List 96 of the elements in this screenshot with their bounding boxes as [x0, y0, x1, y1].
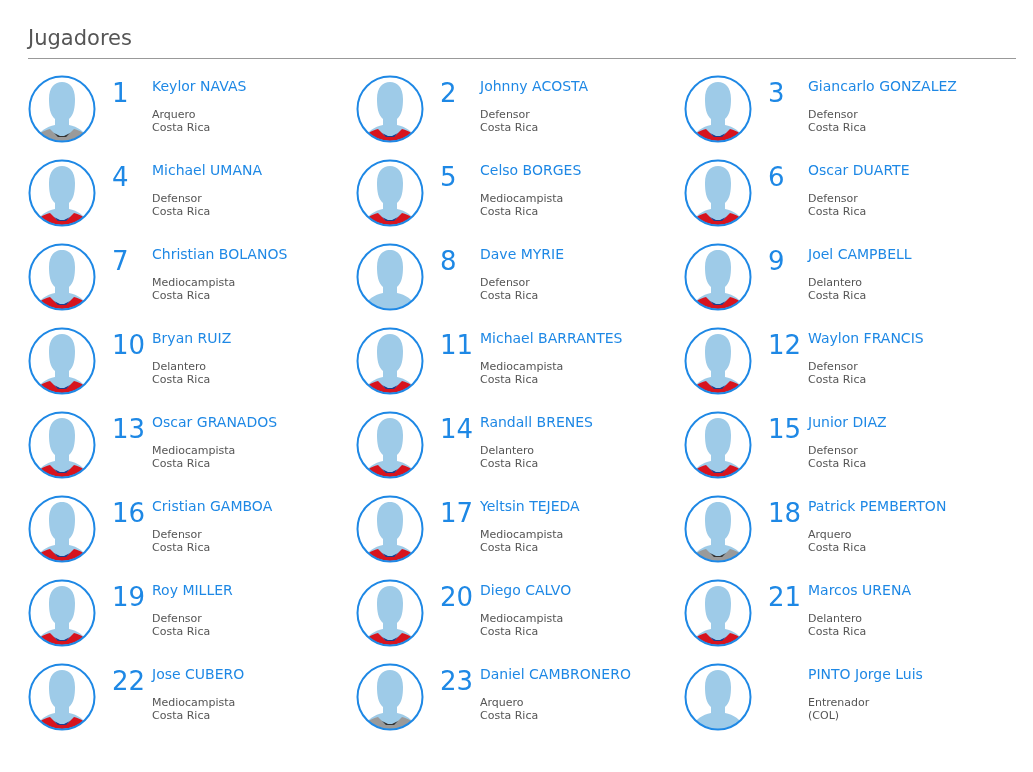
- country-label: Costa Rica: [480, 709, 539, 722]
- country-label: Costa Rica: [152, 205, 211, 218]
- country-label: Costa Rica: [480, 373, 539, 386]
- shirt-number: 4: [112, 161, 130, 194]
- player-name-link[interactable]: Patrick PEMBERTON: [808, 498, 947, 514]
- role-label: Defensor: [808, 192, 858, 205]
- player-name-link[interactable]: Jose CUBERO: [152, 666, 245, 682]
- role-label: Defensor: [808, 360, 858, 373]
- country-label: Costa Rica: [480, 205, 539, 218]
- shirt-number: 8: [440, 245, 458, 278]
- country-label: Costa Rica: [480, 541, 539, 554]
- player-name-link[interactable]: Dave MYRIE: [480, 246, 565, 262]
- country-label: Costa Rica: [480, 289, 539, 302]
- player-name-link[interactable]: Giancarlo GONZALEZ: [808, 78, 957, 94]
- player-name-link[interactable]: Waylon FRANCIS: [808, 330, 924, 346]
- role-label: Arquero: [808, 528, 852, 541]
- player-name-link[interactable]: Yeltsin TEJEDA: [480, 498, 580, 514]
- role-label: Arquero: [480, 696, 524, 709]
- role-label: Defensor: [480, 108, 530, 121]
- player-name-link[interactable]: Johnny ACOSTA: [480, 78, 589, 94]
- player-name-link[interactable]: Diego CALVO: [480, 582, 572, 598]
- player-name-link[interactable]: PINTO Jorge Luis: [808, 666, 923, 682]
- player-name-link[interactable]: Bryan RUIZ: [152, 330, 232, 346]
- country-label: (COL): [808, 709, 840, 722]
- shirt-number: 5: [440, 161, 458, 194]
- role-label: Mediocampista: [480, 360, 564, 373]
- country-label: Costa Rica: [808, 121, 867, 134]
- country-label: Costa Rica: [480, 625, 539, 638]
- role-label: Defensor: [152, 528, 202, 541]
- shirt-number: 18: [768, 497, 803, 530]
- player-name-link[interactable]: Cristian GAMBOA: [152, 498, 273, 514]
- country-label: Costa Rica: [808, 205, 867, 218]
- role-label: Defensor: [808, 444, 858, 457]
- shirt-number: 22: [112, 665, 147, 698]
- player-name-link[interactable]: Joel CAMPBELL: [808, 246, 912, 262]
- player-name-link[interactable]: Michael UMANA: [152, 162, 263, 178]
- country-label: Costa Rica: [152, 121, 211, 134]
- role-label: Mediocampista: [152, 444, 236, 457]
- role-label: Mediocampista: [152, 696, 236, 709]
- country-label: Costa Rica: [152, 709, 211, 722]
- country-label: Costa Rica: [152, 625, 211, 638]
- country-label: Costa Rica: [152, 457, 211, 470]
- shirt-number: 13: [112, 413, 147, 446]
- role-label: Defensor: [808, 108, 858, 121]
- role-label: Delantero: [808, 276, 863, 289]
- shirt-number: 20: [440, 581, 475, 614]
- role-label: Defensor: [152, 192, 202, 205]
- role-label: Mediocampista: [480, 528, 564, 541]
- role-label: Mediocampista: [480, 612, 564, 625]
- role-label: Mediocampista: [480, 192, 564, 205]
- shirt-number: 17: [440, 497, 475, 530]
- shirt-number: 23: [440, 665, 475, 698]
- player-name-link[interactable]: Michael BARRANTES: [480, 330, 623, 346]
- country-label: Costa Rica: [480, 457, 539, 470]
- player-name-link[interactable]: Junior DIAZ: [808, 414, 887, 430]
- shirt-number: 3: [768, 77, 786, 110]
- shirt-number: 6: [768, 161, 786, 194]
- shirt-number: 15: [768, 413, 803, 446]
- shirt-number: 12: [768, 329, 803, 362]
- role-label: Arquero: [152, 108, 196, 121]
- country-label: Costa Rica: [152, 373, 211, 386]
- player-name-link[interactable]: Christian BOLANOS: [152, 246, 288, 262]
- country-label: Costa Rica: [808, 541, 867, 554]
- role-label: Delantero: [808, 612, 863, 625]
- country-label: Costa Rica: [480, 121, 539, 134]
- shirt-number: 16: [112, 497, 147, 530]
- shirt-number: 9: [768, 245, 786, 278]
- role-label: Entrenador: [808, 696, 870, 709]
- country-label: Costa Rica: [808, 373, 867, 386]
- shirt-number: 7: [112, 245, 130, 278]
- shirt-number: 10: [112, 329, 147, 362]
- player-name-link[interactable]: Celso BORGES: [480, 162, 582, 178]
- shirt-number: 21: [768, 581, 803, 614]
- player-name-link[interactable]: Oscar DUARTE: [808, 162, 910, 178]
- player-name-link[interactable]: Keylor NAVAS: [152, 78, 247, 94]
- shirt-number: 19: [112, 581, 147, 614]
- player-name-link[interactable]: Randall BRENES: [480, 414, 593, 430]
- player-name-link[interactable]: Marcos URENA: [808, 582, 911, 598]
- role-label: Mediocampista: [152, 276, 236, 289]
- player-name-link[interactable]: Oscar GRANADOS: [152, 414, 278, 430]
- country-label: Costa Rica: [808, 289, 867, 302]
- shirt-number: 1: [112, 77, 130, 110]
- country-label: Costa Rica: [808, 625, 867, 638]
- role-label: Defensor: [480, 276, 530, 289]
- player-name-link[interactable]: Roy MILLER: [152, 582, 233, 598]
- country-label: Costa Rica: [808, 457, 867, 470]
- role-label: Defensor: [152, 612, 202, 625]
- player-name-link[interactable]: Daniel CAMBRONERO: [480, 666, 631, 682]
- role-label: Delantero: [152, 360, 207, 373]
- shirt-number: 11: [440, 329, 475, 362]
- country-label: Costa Rica: [152, 289, 211, 302]
- role-label: Delantero: [480, 444, 535, 457]
- shirt-number: 14: [440, 413, 475, 446]
- shirt-number: 2: [440, 77, 458, 110]
- section-title: Jugadores: [28, 26, 1016, 59]
- country-label: Costa Rica: [152, 541, 211, 554]
